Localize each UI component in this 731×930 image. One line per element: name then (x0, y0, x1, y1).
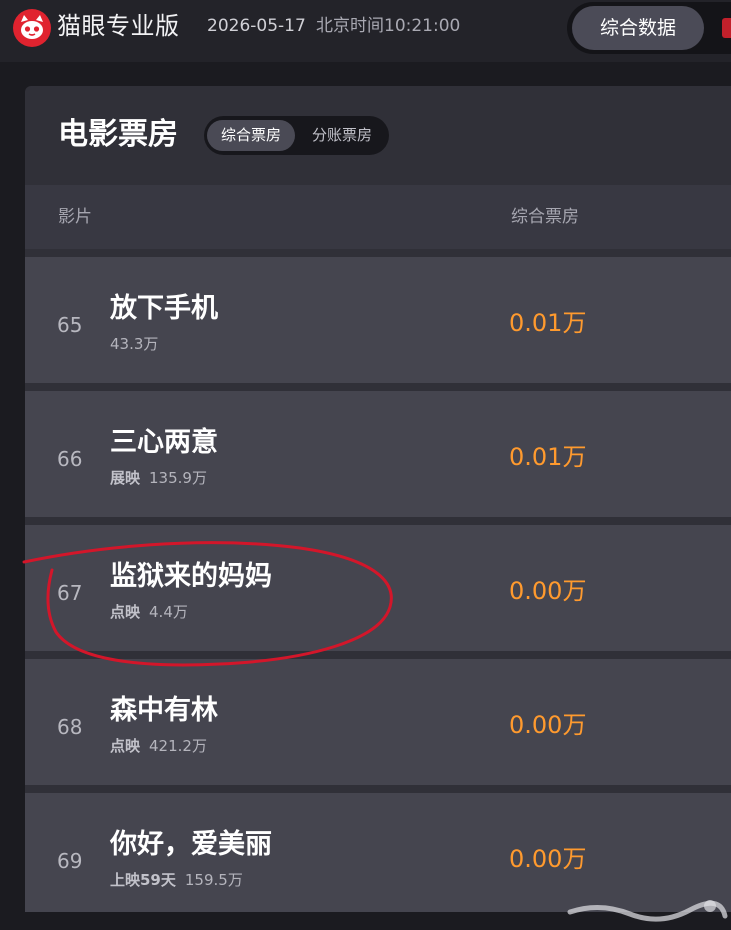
movie-meta: 点映 421.2万 (110, 736, 207, 756)
watermark-icon (567, 900, 728, 922)
tab-comprehensive-data[interactable]: 综合数据 (572, 6, 704, 50)
movie-meta: 43.3万 (110, 334, 158, 354)
movie-title[interactable]: 放下手机 (110, 292, 218, 326)
movie-list: 65 放下手机 43.3万 0.01万 66 三心两意 展映 135.9万 0.0… (25, 257, 731, 912)
release-status: 点映 (110, 603, 141, 621)
boxoffice-value: 0.01万 (509, 309, 587, 337)
boxoffice-value: 0.00万 (509, 577, 587, 605)
top-bar: 猫眼专业版 2026-05-17 北京时间10:21:00 综合数据 (0, 0, 731, 62)
rank-number: 66 (57, 447, 83, 471)
movie-meta: 展映 135.9万 (110, 468, 207, 488)
tab-comprehensive-boxoffice[interactable]: 综合票房 (207, 120, 295, 151)
column-header-film: 影片 (58, 207, 92, 227)
table-row[interactable]: 67 监狱来的妈妈 点映 4.4万 0.00万 (25, 525, 731, 651)
movie-title[interactable]: 三心两意 (110, 426, 218, 460)
movie-title[interactable]: 监狱来的妈妈 (110, 560, 272, 594)
date-label: 2026-05-17 (207, 16, 306, 36)
boxoffice-value: 0.00万 (509, 711, 587, 739)
release-status: 上映59天 (110, 871, 176, 889)
column-header-boxoffice[interactable]: 综合票房 (511, 206, 579, 228)
total-boxoffice: 43.3万 (110, 335, 159, 353)
beijing-time-label: 北京时间10:21:00 (316, 16, 461, 36)
movie-title[interactable]: 你好，爱美丽 (110, 828, 272, 862)
brand-title: 猫眼专业版 (57, 12, 180, 40)
movie-meta: 点映 4.4万 (110, 602, 188, 622)
boxoffice-type-switch: 综合票房 分账票房 (204, 116, 389, 155)
total-boxoffice: 135.9万 (149, 469, 207, 487)
movie-meta: 上映59天 159.5万 (110, 870, 243, 890)
boxoffice-panel: 电影票房 综合票房 分账票房 影片 综合票房 65 放下手机 43.3万 0.0… (25, 86, 731, 912)
total-boxoffice: 421.2万 (149, 737, 207, 755)
total-boxoffice: 4.4万 (149, 603, 188, 621)
total-boxoffice: 159.5万 (184, 871, 243, 889)
rank-number: 67 (57, 581, 83, 605)
movie-title[interactable]: 森中有林 (110, 694, 218, 728)
table-row[interactable]: 66 三心两意 展映 135.9万 0.01万 (25, 391, 731, 517)
panel-title: 电影票房 (58, 117, 178, 152)
tab-next-peek[interactable] (722, 18, 731, 38)
release-status: 展映 (110, 469, 141, 487)
boxoffice-value: 0.01万 (509, 443, 587, 471)
boxoffice-value: 0.00万 (509, 845, 587, 873)
tab-split-boxoffice[interactable]: 分账票房 (298, 120, 386, 151)
maoyan-cat-logo-icon[interactable] (12, 8, 52, 48)
table-row[interactable]: 65 放下手机 43.3万 0.01万 (25, 257, 731, 383)
table-header: 影片 综合票房 (25, 185, 731, 249)
rank-number: 68 (57, 715, 83, 739)
release-status: 点映 (110, 737, 141, 755)
table-row[interactable]: 68 森中有林 点映 421.2万 0.00万 (25, 659, 731, 785)
rank-number: 69 (57, 849, 83, 873)
rank-number: 65 (57, 313, 83, 337)
